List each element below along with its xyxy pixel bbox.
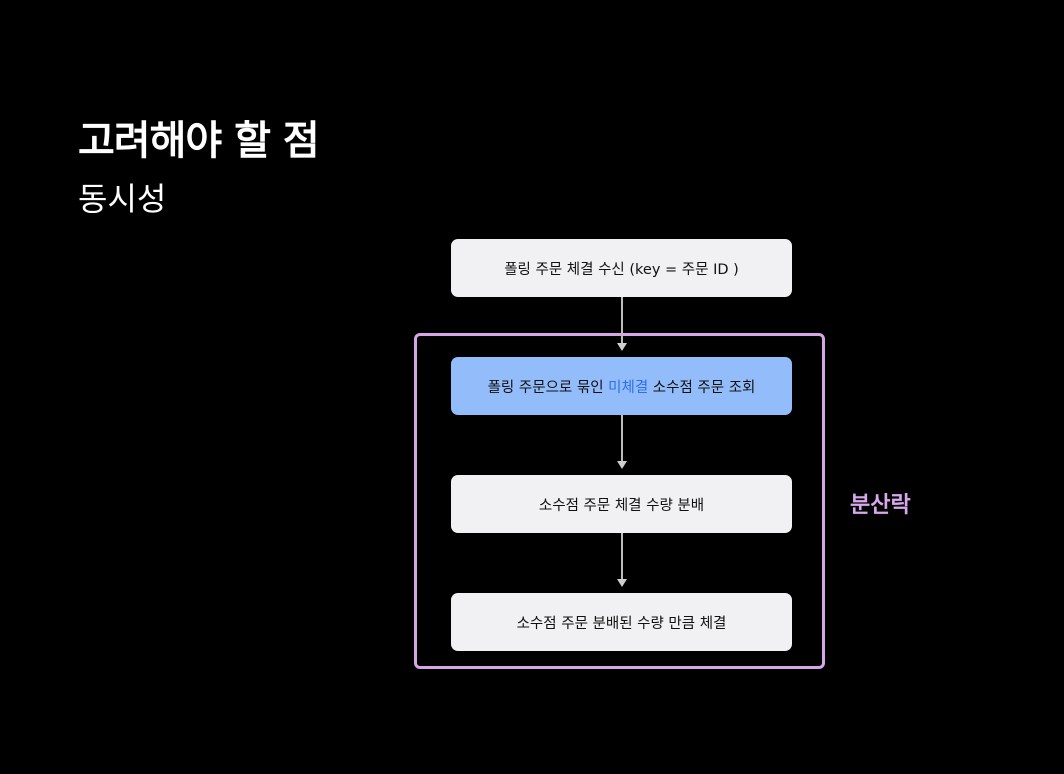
arrow-down-icon: [617, 297, 627, 351]
step-execute-distributed: 소수점 주문 분배된 수량 만큼 체결: [451, 593, 792, 651]
step-query-unfilled-orders: 폴링 주문으로 묶인 미체결 소수점 주문 조회: [451, 357, 792, 415]
step-receive-polling-fill: 폴링 주문 체결 수신 (key = 주문 ID ): [451, 239, 792, 297]
distributed-lock-label: 분산락: [850, 493, 911, 518]
step-2-highlight: 미체결: [608, 379, 649, 396]
step-1-text: 폴링 주문 체결 수신 (key = 주문 ID ): [504, 261, 739, 278]
flow-diagram: 분산락 폴링 주문 체결 수신 (key = 주문 ID ) 폴링 주문으로 묶…: [0, 0, 1064, 774]
step-distribute-quantity: 소수점 주문 체결 수량 분배: [451, 475, 792, 533]
step-2-text-after: 소수점 주문 조회: [648, 379, 756, 396]
step-4-text: 소수점 주문 분배된 수량 만큼 체결: [516, 615, 727, 632]
step-2-text-before: 폴링 주문으로 묶인: [487, 379, 609, 396]
arrow-down-icon: [617, 415, 627, 469]
step-3-text: 소수점 주문 체결 수량 분배: [538, 497, 705, 514]
arrow-down-icon: [617, 533, 627, 587]
slide: 고려해야 할 점 동시성 분산락 폴링 주문 체결 수신 (key = 주문 I…: [0, 0, 1064, 774]
